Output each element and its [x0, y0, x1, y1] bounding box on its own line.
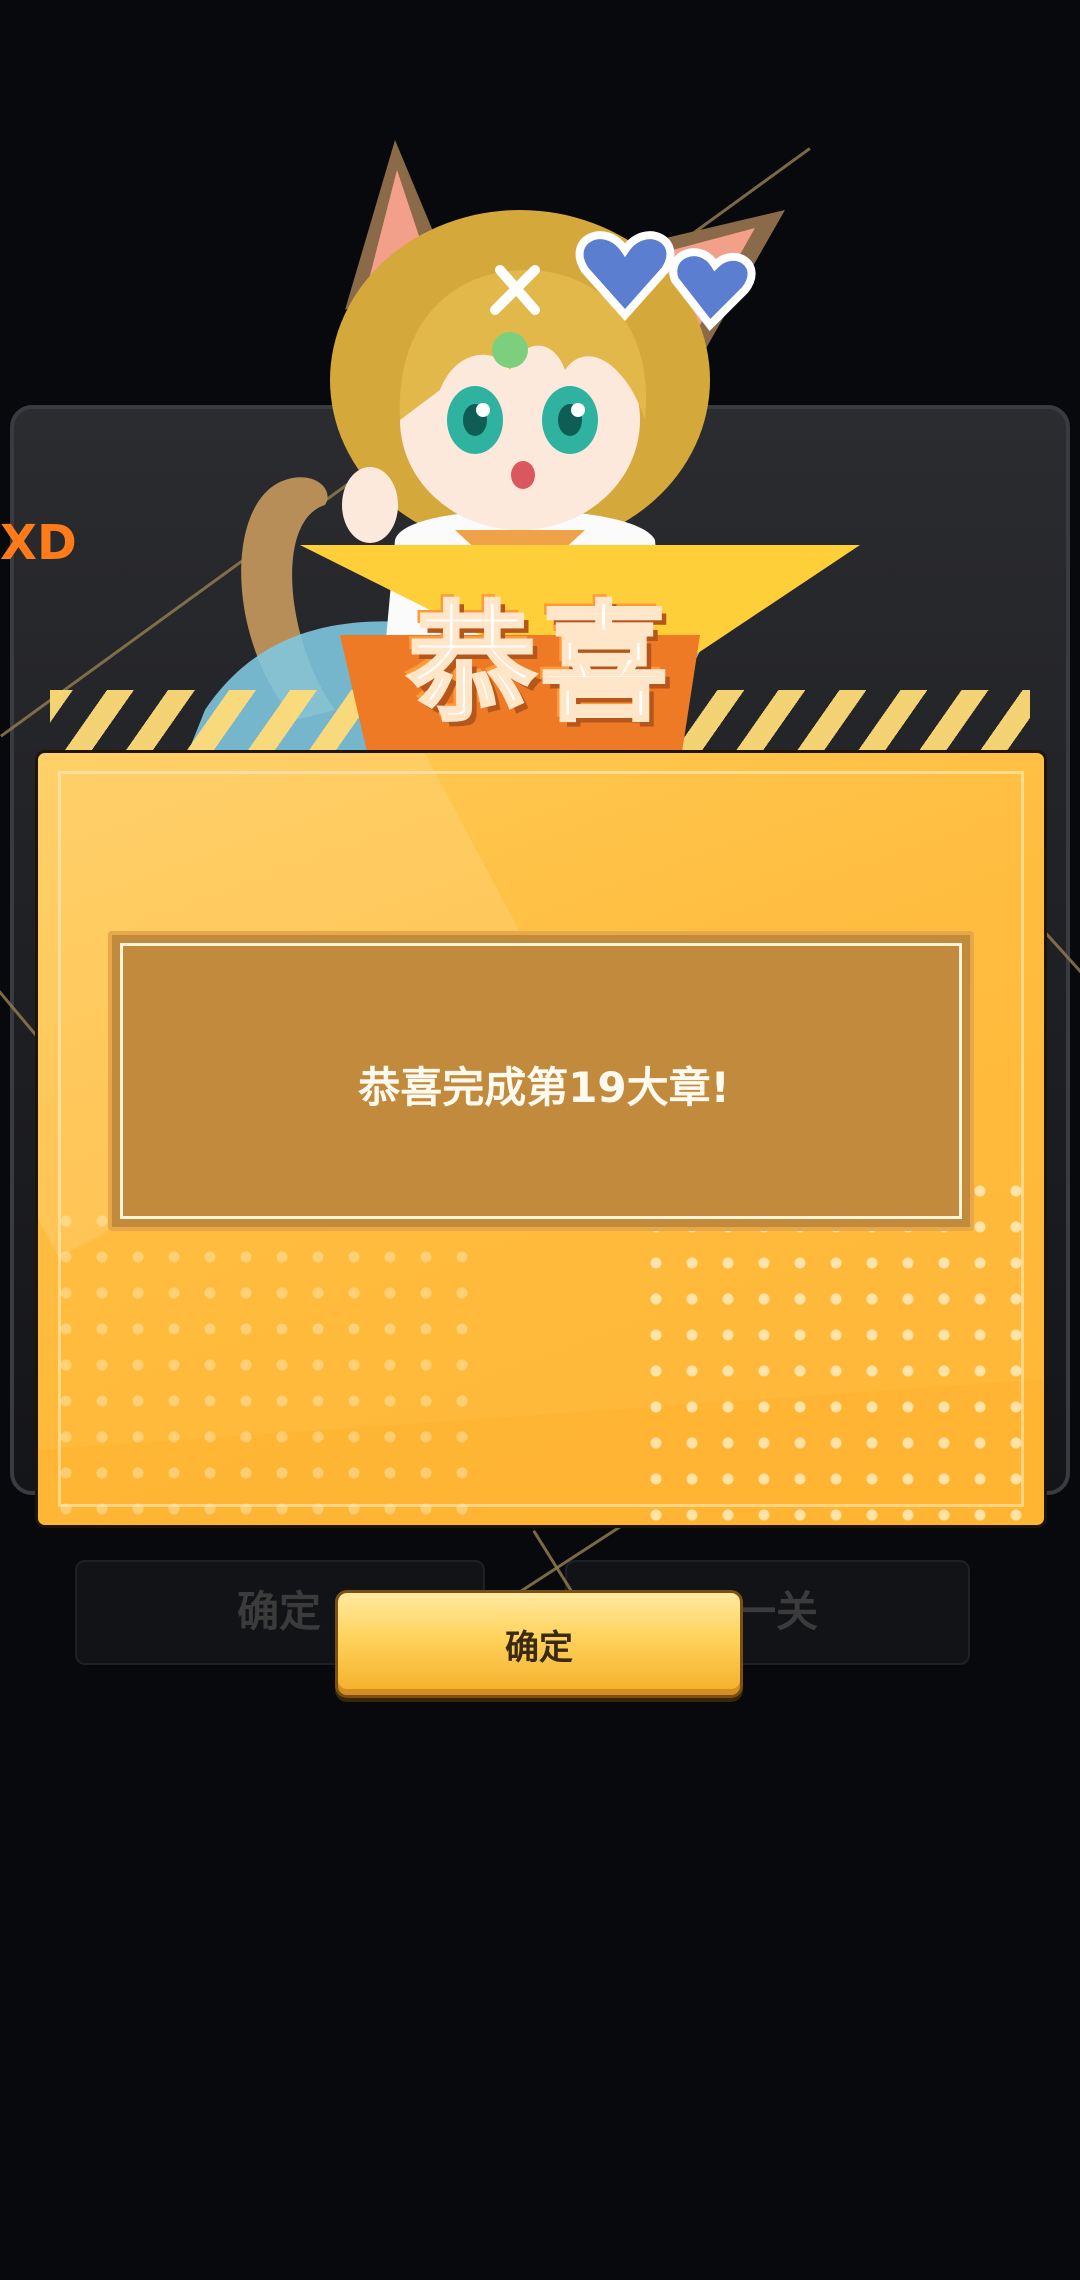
banner-title: 恭喜	[406, 589, 672, 741]
background-side-text: XD	[0, 515, 77, 571]
message-inner-frame: 恭喜完成第19大章!	[120, 943, 962, 1219]
message-box: 恭喜完成第19大章!	[108, 931, 974, 1231]
congrats-dialog: 恭喜完成第19大章!	[35, 750, 1047, 1528]
congrats-message: 恭喜完成第19大章!	[358, 1062, 730, 1112]
confirm-button[interactable]: 确定	[335, 1590, 743, 1698]
